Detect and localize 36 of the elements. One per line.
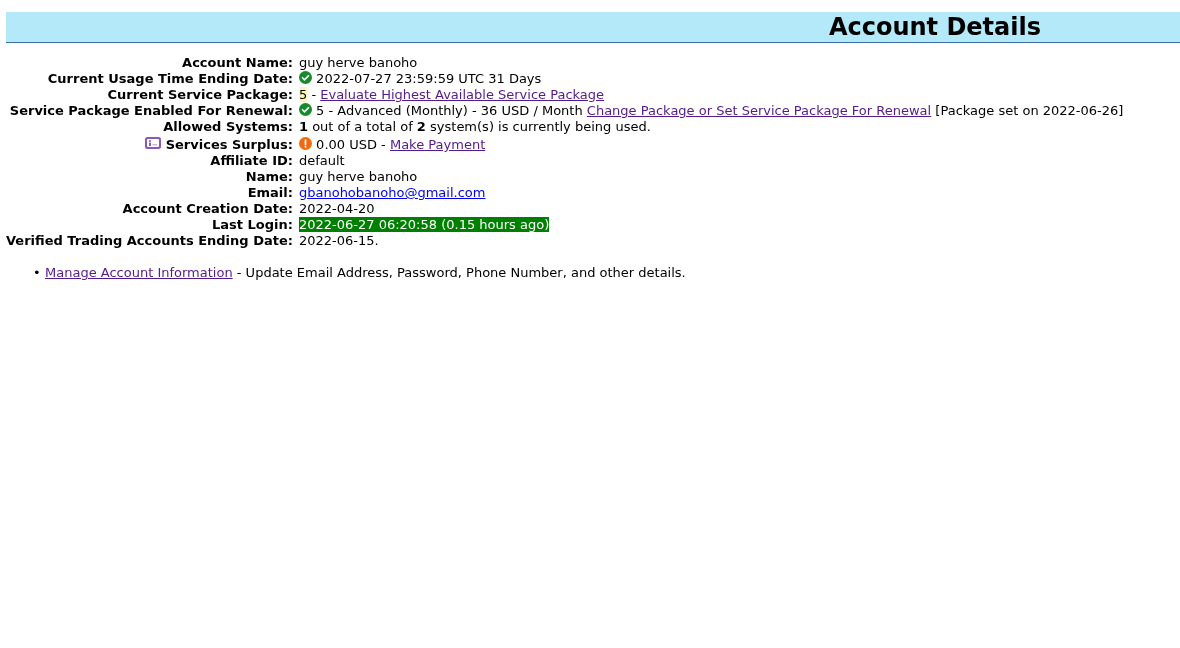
field-label: Affiliate ID: [210,153,293,168]
field-label: Service Package Enabled For Renewal: [9,103,293,118]
field-value: [Package set on 2022-06-26] [935,103,1124,118]
field-value: 1 out of a total of 2 system(s) is currently being used. [298,119,651,134]
exclamation-circle-icon [298,137,312,150]
check-circle-icon [298,103,312,116]
field-label: Account Name: [182,55,293,70]
field-label: Name: [245,169,293,184]
page-title: Account Details [828,12,1042,42]
link-description: - Update Email Address, Password, Phone Number, and other details. [236,265,686,280]
field-value: 2022-04-20 [298,201,375,216]
link[interactable]: gbanohobanoho@gmail.com [298,185,486,200]
highlighted-value: 5 [298,87,308,102]
field-value: 2022-06-15. [298,233,379,248]
highlighted-value: 2022-06-27 06:20:58 (0.15 hours ago) [298,217,550,232]
field-label: Email: [247,185,293,200]
field-label: Services Surplus: [165,137,293,152]
field-value: guy herve banoho [298,55,418,70]
field-value: 2022-07-27 23:59:59 UTC 31 Days [316,71,542,86]
link[interactable]: Manage Account Information [45,265,233,280]
field-label: Last Login: [212,217,293,232]
field-label: Verified Trading Accounts Ending Date: [6,233,293,248]
field-value: 0.00 USD - [316,137,386,152]
link[interactable]: Make Payment [389,137,486,152]
field-value: guy herve banoho [298,169,418,184]
field-value: default [298,153,345,168]
link[interactable]: Evaluate Highest Available Service Package [320,87,605,102]
field-label: Allowed Systems: [163,119,293,134]
field-value: - [311,87,317,102]
check-circle-icon [298,71,312,84]
field-label: Current Usage Time Ending Date: [47,71,293,86]
field-label: Current Service Package: [107,87,293,102]
link[interactable]: Change Package or Set Service Package For Renewal [586,103,932,118]
field-value: 5 - Advanced (Monthly) - 36 USD / Month [316,103,583,118]
bullet: • [33,265,42,281]
field-label: Account Creation Date: [122,201,293,216]
